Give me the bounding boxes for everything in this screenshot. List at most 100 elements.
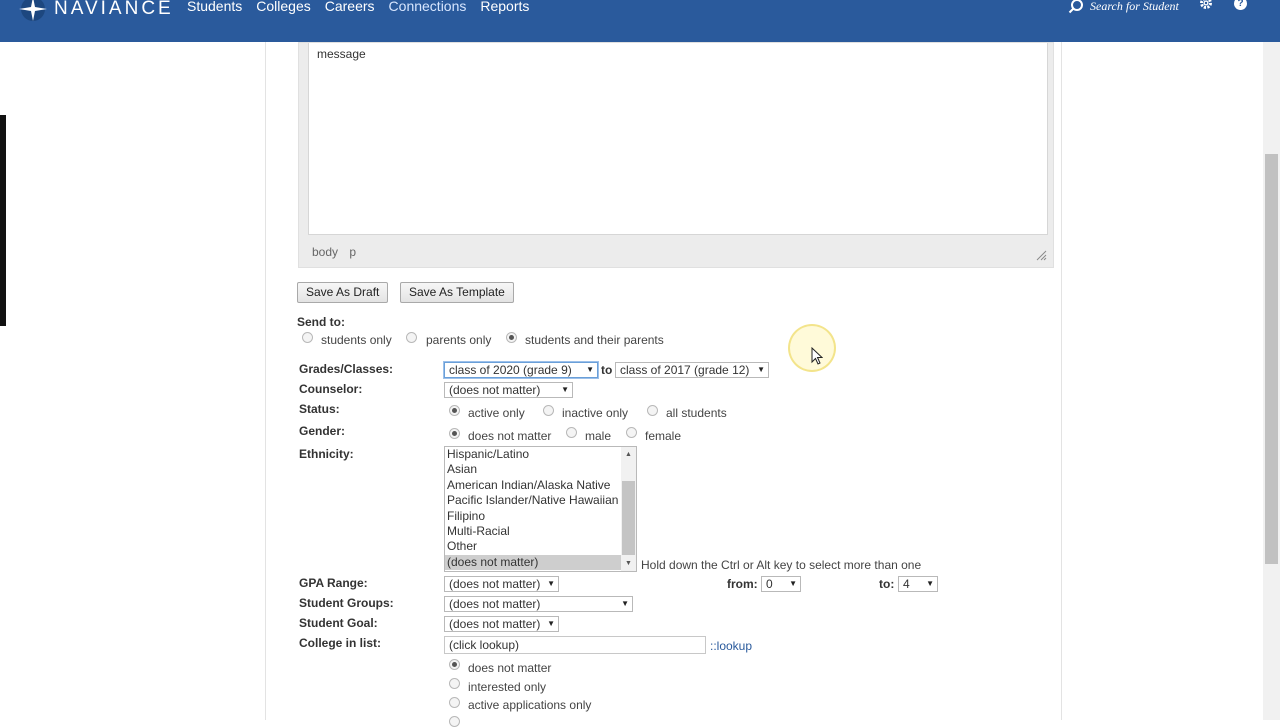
chevron-down-icon: ▼: [547, 619, 555, 628]
gender-label: Gender:: [299, 424, 346, 438]
content-border-left: [265, 42, 266, 720]
ethnicity-option[interactable]: Asian: [445, 462, 621, 477]
naviance-logo[interactable]: NAVIANCE: [18, 0, 174, 22]
ethnicity-option[interactable]: Filipino: [445, 509, 621, 524]
path-p[interactable]: p: [349, 245, 356, 259]
chevron-down-icon: ▼: [621, 599, 629, 608]
counselor-select[interactable]: (does not matter) ▼: [444, 382, 573, 398]
ethnicity-option[interactable]: Hispanic/Latino: [445, 447, 621, 462]
counselor-value: (does not matter): [449, 383, 541, 397]
radio-all-students[interactable]: [647, 405, 658, 416]
students-and-parents-label: students and their parents: [525, 333, 664, 347]
radio-active-only[interactable]: [449, 405, 460, 416]
search-label: Search for Student: [1090, 0, 1179, 13]
ethnicity-scrollbar[interactable]: ▲ ▼: [621, 447, 636, 571]
radio-inactive-only[interactable]: [543, 405, 554, 416]
save-as-template-button[interactable]: Save As Template: [400, 282, 514, 303]
interested-only-label: interested only: [468, 680, 547, 694]
settings-button[interactable]: [1199, 0, 1213, 13]
gpa-to-select[interactable]: 4 ▼: [898, 576, 938, 592]
page-scrollbar-thumb[interactable]: [1265, 154, 1278, 564]
compass-star-icon: [19, 0, 47, 21]
left-edge-panel: [0, 115, 6, 326]
nav-careers[interactable]: Careers: [325, 0, 375, 15]
counselor-label: Counselor:: [299, 382, 363, 396]
college-does-not-matter-label: does not matter: [468, 661, 552, 675]
radio-male[interactable]: [566, 427, 577, 438]
student-goal-label: Student Goal:: [299, 616, 378, 630]
path-body[interactable]: body: [312, 245, 338, 259]
students-only-label: students only: [321, 333, 392, 347]
chevron-down-icon: ▼: [586, 365, 594, 374]
grades-from-value: class of 2020 (grade 9): [449, 363, 572, 377]
parents-only-label: parents only: [426, 333, 492, 347]
scroll-up-icon[interactable]: ▲: [621, 448, 636, 462]
student-groups-value: (does not matter): [449, 597, 541, 611]
mouse-pointer-icon: [811, 347, 823, 365]
help-icon[interactable]: ?: [1234, 0, 1247, 10]
message-text: message: [317, 47, 366, 61]
chevron-down-icon: ▼: [757, 365, 765, 374]
search-for-student[interactable]: Search for Student: [1068, 0, 1179, 14]
grades-from-select[interactable]: class of 2020 (grade 9) ▼: [444, 362, 598, 378]
message-editor: message body p: [298, 42, 1054, 268]
radio-female[interactable]: [626, 427, 637, 438]
nav-students[interactable]: Students: [187, 0, 242, 15]
nav-connections[interactable]: Connections: [389, 0, 467, 15]
grades-to-select[interactable]: class of 2017 (grade 12) ▼: [615, 362, 769, 378]
save-as-draft-button[interactable]: Save As Draft: [297, 282, 389, 303]
grades-to-word: to: [601, 363, 613, 377]
student-goal-select[interactable]: (does not matter) ▼: [444, 616, 559, 632]
main-nav: Students Colleges Careers Connections Re…: [187, 0, 543, 15]
ethnicity-option-selected[interactable]: (does not matter): [445, 554, 621, 571]
brand-name: NAVIANCE: [54, 0, 174, 19]
student-goal-value: (does not matter): [449, 617, 541, 631]
gpa-value: (does not matter): [449, 577, 541, 591]
gpa-from-select[interactable]: 0 ▼: [761, 576, 801, 592]
ethnicity-scrollbar-thumb[interactable]: [622, 481, 635, 555]
college-lookup-input[interactable]: (click lookup): [444, 636, 706, 654]
male-label: male: [585, 429, 612, 443]
gpa-from-label: from:: [727, 577, 758, 591]
gender-does-not-matter-label: does not matter: [468, 429, 552, 443]
ethnicity-option[interactable]: American Indian/Alaska Native: [445, 478, 621, 493]
resize-grip-icon[interactable]: [1035, 249, 1047, 261]
all-students-label: all students: [666, 406, 727, 420]
ethnicity-hint: Hold down the Ctrl or Alt key to select …: [641, 558, 922, 572]
search-icon: [1068, 0, 1083, 14]
nav-colleges[interactable]: Colleges: [256, 0, 310, 15]
ethnicity-option[interactable]: Pacific Islander/Native Hawaiian: [445, 493, 621, 508]
grades-to-value: class of 2017 (grade 12): [620, 363, 750, 377]
page-scrollbar[interactable]: [1263, 42, 1280, 720]
gpa-from-value: 0: [766, 577, 773, 591]
ethnicity-option[interactable]: Other: [445, 539, 621, 554]
chevron-down-icon: ▼: [547, 579, 555, 588]
ethnicity-option[interactable]: Multi-Racial: [445, 524, 621, 539]
student-groups-label: Student Groups:: [299, 596, 394, 610]
college-in-list-label: College in list:: [299, 636, 382, 650]
gpa-to-label: to:: [879, 577, 895, 591]
radio-interested-only[interactable]: [449, 678, 460, 689]
send-to-label: Send to:: [297, 315, 345, 329]
radio-active-applications-only[interactable]: [449, 697, 460, 708]
message-body-input[interactable]: message: [308, 43, 1048, 235]
lookup-link[interactable]: ::lookup: [710, 639, 752, 653]
radio-gender-does-not-matter[interactable]: [449, 428, 460, 439]
radio-next-option-partial[interactable]: [449, 716, 460, 727]
gpa-select[interactable]: (does not matter) ▼: [444, 576, 559, 592]
nav-reports[interactable]: Reports: [480, 0, 529, 15]
content-border-right: [1061, 42, 1062, 720]
scroll-down-icon[interactable]: ▼: [621, 557, 636, 571]
gear-icon: [1200, 0, 1212, 9]
ethnicity-listbox[interactable]: Hispanic/Latino Asian American Indian/Al…: [444, 446, 637, 572]
top-navigation-bar: NAVIANCE Students Colleges Careers Conne…: [0, 0, 1280, 42]
student-groups-select[interactable]: (does not matter) ▼: [444, 596, 633, 612]
chevron-down-icon: ▼: [561, 385, 569, 394]
gpa-to-value: 4: [903, 577, 910, 591]
radio-college-does-not-matter[interactable]: [449, 659, 460, 670]
editor-element-path: body p: [312, 245, 364, 259]
radio-students-and-parents[interactable]: [506, 332, 517, 343]
radio-students-only[interactable]: [302, 332, 313, 343]
radio-parents-only[interactable]: [406, 332, 417, 343]
female-label: female: [645, 429, 682, 443]
